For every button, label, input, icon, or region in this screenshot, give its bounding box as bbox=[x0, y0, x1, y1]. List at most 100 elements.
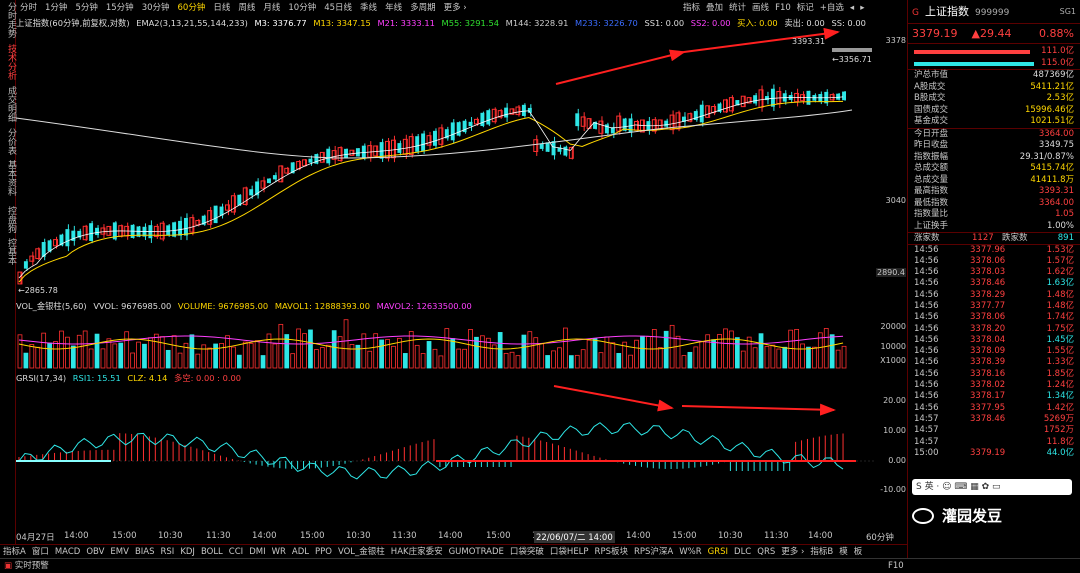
volume-bar bbox=[278, 323, 284, 369]
left-tab[interactable]: 控基本 bbox=[0, 238, 16, 265]
indicator-tab[interactable]: 窗口 bbox=[29, 545, 52, 558]
indicator-tab[interactable]: 口袋HELP bbox=[547, 545, 592, 558]
indicator-tab[interactable]: 板 bbox=[851, 545, 866, 558]
period-tab[interactable]: 10分钟 bbox=[284, 2, 320, 14]
volume-bar bbox=[343, 319, 349, 369]
candle-body bbox=[456, 122, 461, 136]
volume-bar bbox=[800, 343, 805, 369]
tool-button[interactable]: 画线 bbox=[749, 2, 772, 14]
indicator-tab[interactable]: KDJ bbox=[177, 545, 198, 558]
indicator-tab[interactable]: 口袋突破 bbox=[507, 545, 547, 558]
indicator-tab[interactable]: EMV bbox=[107, 545, 132, 558]
volume-bar bbox=[76, 334, 82, 369]
main-indicator-name[interactable]: 上证指数(60分钟,前复权,对数) bbox=[16, 18, 130, 28]
tick-row: 14:56 3378.20 1.75亿 bbox=[908, 324, 1080, 335]
left-tab[interactable]: 分时走势 bbox=[0, 2, 16, 38]
volume-bar bbox=[438, 355, 444, 369]
indicator-tab[interactable]: WR bbox=[269, 545, 289, 558]
volume-bar bbox=[770, 344, 776, 369]
left-tab[interactable]: 基本资料 bbox=[0, 160, 16, 196]
left-tab[interactable]: 分价表 bbox=[0, 128, 16, 155]
indicator-tab[interactable]: PPO bbox=[312, 545, 335, 558]
f10-status[interactable]: F10 bbox=[888, 559, 904, 573]
tool-button[interactable]: 统计 bbox=[726, 2, 749, 14]
indicator-tab[interactable]: MACD bbox=[52, 545, 83, 558]
status-text[interactable]: 实时预警 bbox=[15, 561, 49, 571]
tool-button[interactable]: 指标 bbox=[680, 2, 703, 14]
price-axis: 3378 3040 2890.4 bbox=[876, 28, 908, 296]
indicator-tab[interactable]: DLC bbox=[731, 545, 754, 558]
indicator-tab[interactable]: HAK庄家委安 bbox=[388, 545, 446, 558]
left-tab[interactable]: 成交明细 bbox=[0, 86, 16, 122]
indicator-tab[interactable]: OBV bbox=[83, 545, 107, 558]
period-tab[interactable]: 分时 bbox=[16, 2, 41, 14]
last-annotation: ←3356.71 bbox=[832, 55, 872, 64]
indicator-tab[interactable]: CCI bbox=[226, 545, 246, 558]
candle-body bbox=[47, 240, 52, 252]
indicator-tab[interactable]: 指标A bbox=[0, 545, 29, 558]
ime-toolbar[interactable]: S 英 · ☺ ⌨ ▦ ✿ ▭ bbox=[912, 479, 1072, 495]
grsi-chart[interactable] bbox=[16, 382, 876, 530]
period-tab[interactable]: 日线 bbox=[209, 2, 234, 14]
tick-amount: 1.75亿 bbox=[1046, 323, 1074, 334]
tick-row: 14:56 3378.09 1.55亿 bbox=[908, 346, 1080, 357]
period-tab[interactable]: 月线 bbox=[259, 2, 284, 14]
tick-time: 14:56 bbox=[914, 300, 939, 311]
indicator-tab[interactable]: BOLL bbox=[198, 545, 226, 558]
left-tab[interactable]: 技术分析 bbox=[0, 44, 16, 80]
period-tab[interactable]: 多周期 bbox=[406, 2, 440, 14]
tool-button[interactable]: +自选 bbox=[817, 2, 847, 14]
tick-row: 14:56 3378.17 1.34亿 bbox=[908, 391, 1080, 402]
volume-bar bbox=[112, 343, 118, 369]
period-tab[interactable]: 30分钟 bbox=[138, 2, 174, 14]
indicator-tab[interactable]: GUMOTRADE bbox=[446, 545, 507, 558]
period-tab[interactable]: 5分钟 bbox=[71, 2, 101, 14]
price-tick: 3378 bbox=[885, 36, 906, 45]
period-tab[interactable]: 年线 bbox=[381, 2, 406, 14]
tick-time: 14:56 bbox=[914, 402, 939, 413]
volume-bar bbox=[260, 355, 266, 369]
volume-bar bbox=[385, 339, 390, 369]
indicator-tab[interactable]: GRSI bbox=[705, 545, 731, 558]
alert-icon[interactable]: ▣ bbox=[4, 561, 12, 571]
ema-label[interactable]: EMA2(3,13,21,55,144,233) bbox=[136, 18, 248, 28]
tool-button[interactable]: ◂ bbox=[847, 2, 857, 14]
ma-line bbox=[18, 100, 844, 283]
indicator-tab[interactable]: W%R bbox=[676, 545, 704, 558]
period-tab[interactable]: 季线 bbox=[356, 2, 381, 14]
tool-button[interactable]: F10 bbox=[772, 2, 794, 14]
indicator-tab[interactable]: 指标B bbox=[807, 545, 836, 558]
period-tab[interactable]: 15分钟 bbox=[102, 2, 138, 14]
indicator-tab[interactable]: ADL bbox=[289, 545, 312, 558]
period-tab[interactable]: 45日线 bbox=[320, 2, 356, 14]
indicator-tab[interactable]: 更多 › bbox=[778, 545, 807, 558]
period-tab[interactable]: 1分钟 bbox=[41, 2, 71, 14]
indicator-tab[interactable]: RSI bbox=[158, 545, 178, 558]
sg-badge[interactable]: SG1 bbox=[1060, 0, 1076, 24]
tick-list[interactable]: 14:56 3377.96 1.53亿 14:56 3378.06 1.57亿 14:56 3… bbox=[908, 243, 1080, 460]
volume-bar bbox=[296, 328, 301, 369]
indicator-tab[interactable]: 模 bbox=[836, 545, 851, 558]
period-tab[interactable]: 更多 › bbox=[440, 2, 471, 14]
volume-bar bbox=[444, 328, 450, 369]
m13-value: M13: 3347.15 bbox=[313, 18, 371, 28]
indicator-tab[interactable]: RPS板块 bbox=[592, 545, 631, 558]
indicator-tab[interactable]: VOL_金银柱 bbox=[335, 545, 388, 558]
tool-button[interactable]: ▸ bbox=[857, 2, 867, 14]
period-tab[interactable]: 60分钟 bbox=[174, 2, 210, 14]
tool-button[interactable]: 标记 bbox=[794, 2, 817, 14]
tick-row: 14:56 3377.95 1.42亿 bbox=[908, 403, 1080, 414]
volume-chart[interactable] bbox=[16, 310, 876, 370]
tool-button[interactable]: 叠加 bbox=[703, 2, 726, 14]
indicator-tab[interactable]: DMI bbox=[246, 545, 268, 558]
indicator-tab[interactable]: BIAS bbox=[132, 545, 158, 558]
indicator-tab[interactable]: RPS沪深A bbox=[631, 545, 676, 558]
volume-bar bbox=[236, 354, 242, 369]
stat-row: 昨日收盘 3349.75 bbox=[908, 140, 1080, 152]
quote-panel: G 上证指数 999999 SG1 3379.19 ▲29.44 0.88% 111.0… bbox=[907, 0, 1080, 558]
period-tab[interactable]: 周线 bbox=[234, 2, 259, 14]
left-tab[interactable]: 控盘狗 bbox=[0, 206, 16, 233]
indicator-tab[interactable]: QRS bbox=[754, 545, 778, 558]
candle-body bbox=[166, 225, 171, 236]
candlestick-chart[interactable]: 3393.31 ←3356.71 ←2865.78 bbox=[16, 28, 876, 296]
